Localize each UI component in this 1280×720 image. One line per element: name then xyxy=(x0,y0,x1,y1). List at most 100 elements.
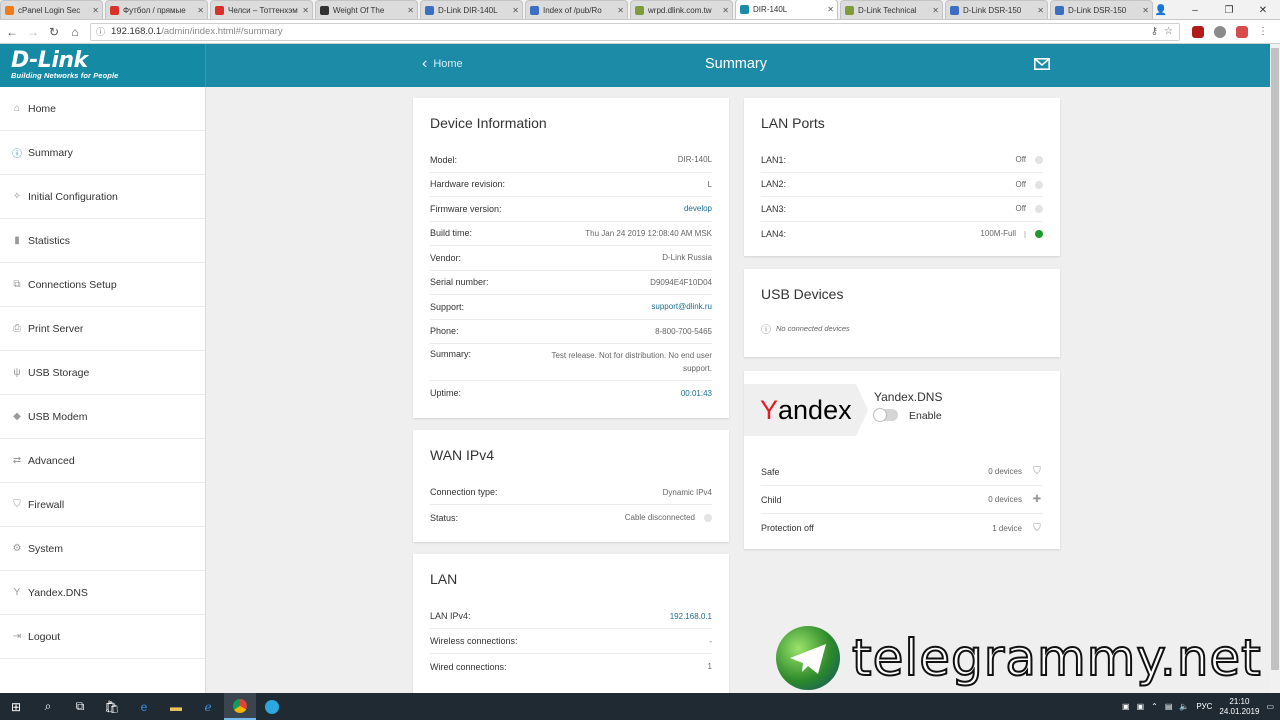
info-icon[interactable]: ⓘ xyxy=(96,25,105,38)
network-icon[interactable]: ▤ xyxy=(1165,702,1173,711)
maximize-button[interactable]: ❐ xyxy=(1212,0,1246,20)
bookmark-star-icon[interactable]: ☆ xyxy=(1164,26,1173,37)
browser-tab[interactable]: Weight Of The ✕ xyxy=(315,0,418,19)
close-tab-icon[interactable]: ✕ xyxy=(722,6,729,15)
back-button[interactable]: ← xyxy=(3,23,21,41)
sidebar-item-advanced[interactable]: ⇄ Advanced xyxy=(0,439,205,483)
volume-icon[interactable]: 🔈 xyxy=(1179,702,1189,711)
sidebar-item-system[interactable]: ⚙ System xyxy=(0,527,205,571)
close-tab-icon[interactable]: ✕ xyxy=(932,6,939,15)
modem-icon: ◆ xyxy=(13,411,21,422)
chevron-up-icon[interactable]: ⌃ xyxy=(1151,702,1158,711)
device-info-value[interactable]: 00:01:43 xyxy=(681,389,712,398)
close-tab-icon[interactable]: ✕ xyxy=(617,6,624,15)
sidebar-item-label: USB Modem xyxy=(28,410,88,423)
extension-shield-icon[interactable] xyxy=(1236,25,1248,38)
sidebar-item-label: Yandex.DNS xyxy=(28,586,88,599)
browser-tab[interactable]: cPanel Login Sec ✕ xyxy=(0,0,103,19)
sidebar-item-usb-modem[interactable]: ◆ USB Modem xyxy=(0,395,205,439)
notifications-icon[interactable]: ▭ xyxy=(1266,702,1274,711)
keyboard-language[interactable]: РУС xyxy=(1196,702,1212,711)
sidebar-item-label: Initial Configuration xyxy=(28,190,118,203)
store-icon[interactable]: 🛍 xyxy=(96,693,128,720)
toggle-knob xyxy=(873,408,887,422)
yandex-mode-row[interactable]: Protection off 1 device ⛉ xyxy=(761,514,1043,542)
minimize-button[interactable]: – xyxy=(1178,0,1212,20)
browser-tab[interactable]: D-Link Technical ✕ xyxy=(840,0,943,19)
menu-icon[interactable]: ⋮ xyxy=(1258,26,1268,38)
user-icon[interactable]: 👤 xyxy=(1144,0,1178,20)
sidebar: ⌂ Home ⓘ Summary ✧ Initial Configuration ▮ Stat… xyxy=(0,87,206,693)
key-icon[interactable]: ⚷ xyxy=(1151,26,1158,37)
dlink-logo[interactable]: D-Link Building Networks for People xyxy=(0,44,206,87)
folder-icon[interactable]: ▬ xyxy=(160,693,192,720)
home-back-link[interactable]: ‹ Home xyxy=(422,56,463,72)
browser-tab[interactable]: wrpd.dlink.com.tw ✕ xyxy=(630,0,733,19)
sidebar-item-summary[interactable]: ⓘ Summary xyxy=(0,131,205,175)
browser-tab[interactable]: Футбол / прямые ✕ xyxy=(105,0,208,19)
browser-tab[interactable]: DIR-140L ✕ xyxy=(735,0,838,19)
browser-tab[interactable]: D-Link DSR-150 ✕ xyxy=(1050,0,1153,19)
lan-value[interactable]: 192.168.0.1 xyxy=(670,612,712,621)
telegram-icon[interactable] xyxy=(256,693,288,720)
device-info-value[interactable]: develop xyxy=(684,204,712,213)
home-browser-button[interactable]: ⌂ xyxy=(66,23,84,41)
favicon-icon xyxy=(950,5,959,15)
browser-tab[interactable]: Index of /pub/Ro ✕ xyxy=(525,0,628,19)
tray-app-icon[interactable]: ▣ xyxy=(1122,702,1130,711)
device-info-value: Thu Jan 24 2019 12:08:40 AM MSK xyxy=(585,228,712,238)
reload-button[interactable]: ↻ xyxy=(45,23,63,41)
browser-tab[interactable]: D-Link DSR-150 ✕ xyxy=(945,0,1048,19)
close-tab-icon[interactable]: ✕ xyxy=(827,5,834,14)
sidebar-item-logout[interactable]: ⇥ Logout xyxy=(0,615,205,659)
address-bar[interactable]: ⓘ 192.168.0.1/admin/index.html#/summary … xyxy=(90,22,1180,41)
clock[interactable]: 21:10 24.01.2019 xyxy=(1219,697,1259,717)
sidebar-item-home[interactable]: ⌂ Home xyxy=(0,87,205,131)
edge-icon[interactable]: e xyxy=(128,693,160,720)
clock-time: 21:10 xyxy=(1229,696,1250,706)
browser-tab[interactable]: Челси – Тоттенхэм ✕ xyxy=(210,0,313,19)
yandex-mode-label: Child xyxy=(761,494,782,505)
tab-title: D-Link DSR-150 xyxy=(1068,5,1127,15)
search-icon[interactable]: ⌕ xyxy=(32,693,64,720)
device-info-label: Hardware revision: xyxy=(430,179,506,190)
browser-tab[interactable]: D-Link DIR-140L ✕ xyxy=(420,0,523,19)
yandex-enable-toggle[interactable] xyxy=(873,408,898,422)
favicon-icon xyxy=(215,5,224,15)
device-info-value[interactable]: support@dlink.ru xyxy=(651,302,712,311)
close-tab-icon[interactable]: ✕ xyxy=(407,6,414,15)
extension-ublock-icon[interactable] xyxy=(1192,25,1204,38)
close-tab-icon[interactable]: ✕ xyxy=(197,6,204,15)
gear-icon: ⚙ xyxy=(12,543,22,554)
sidebar-item-initial-configuration[interactable]: ✧ Initial Configuration xyxy=(0,175,205,219)
mail-icon[interactable] xyxy=(1034,58,1050,73)
sidebar-item-usb-storage[interactable]: ψ USB Storage xyxy=(0,351,205,395)
ie-icon[interactable]: ℯ xyxy=(192,693,224,720)
sidebar-item-statistics[interactable]: ▮ Statistics xyxy=(0,219,205,263)
sidebar-item-print-server[interactable]: ⎙ Print Server xyxy=(0,307,205,351)
sidebar-item-connections-setup[interactable]: ⧉ Connections Setup xyxy=(0,263,205,307)
sidebar-item-firewall[interactable]: ⛉ Firewall xyxy=(0,483,205,527)
sidebar-item-label: Home xyxy=(28,102,57,115)
yandex-dns-name: Yandex.DNS xyxy=(874,390,943,404)
chrome-icon[interactable] xyxy=(224,693,256,720)
windows-start-icon[interactable]: ⊞ xyxy=(0,693,32,720)
yandex-mode-row[interactable]: Child 0 devices ✚ xyxy=(761,486,1043,514)
extension-globe-icon[interactable] xyxy=(1214,25,1226,38)
wan-label: Status: xyxy=(430,512,459,523)
task-view-icon[interactable]: ⧉ xyxy=(64,693,96,720)
shield-off-icon: ⛉ xyxy=(1033,522,1041,534)
close-window-button[interactable]: ✕ xyxy=(1246,0,1280,20)
page-scrollbar-thumb[interactable] xyxy=(1271,48,1279,670)
tray-app-icon[interactable]: ▣ xyxy=(1137,702,1145,711)
lan-row: Wired connections: 1 xyxy=(430,654,712,679)
forward-button[interactable]: → xyxy=(24,23,42,41)
usb-empty-text: No connected devices xyxy=(776,324,850,333)
yandex-mode-row[interactable]: Safe 0 devices ⛉ xyxy=(761,458,1043,486)
close-tab-icon[interactable]: ✕ xyxy=(1037,6,1044,15)
sidebar-item-yandex-dns[interactable]: Y Yandex.DNS xyxy=(0,571,205,615)
favicon-icon xyxy=(320,5,329,15)
close-tab-icon[interactable]: ✕ xyxy=(512,6,519,15)
close-tab-icon[interactable]: ✕ xyxy=(92,6,99,15)
close-tab-icon[interactable]: ✕ xyxy=(302,6,309,15)
